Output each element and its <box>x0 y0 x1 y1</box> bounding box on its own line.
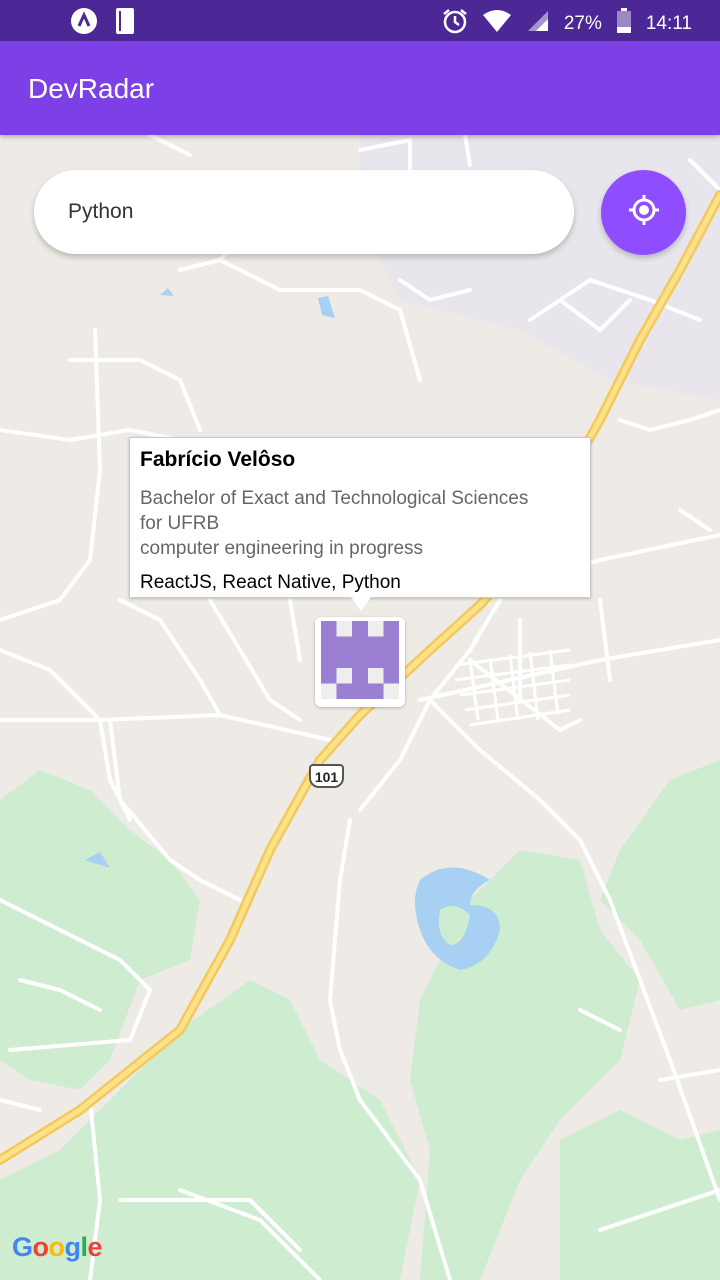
avatar <box>321 620 399 704</box>
wifi-icon <box>482 9 512 39</box>
battery-percent: 27% <box>563 13 602 34</box>
signal-icon <box>526 9 550 39</box>
dev-marker[interactable] <box>315 617 405 707</box>
highway-shield: 101 <box>309 764 344 788</box>
battery-icon <box>616 8 632 40</box>
map-view[interactable] <box>0 135 720 1280</box>
status-bar: 27% 14:11 <box>0 0 720 41</box>
dev-name: Fabrício Velôso <box>140 448 296 471</box>
app-title: DevRadar <box>28 73 155 104</box>
google-logo: Google <box>12 1232 103 1262</box>
my-location-icon <box>627 193 661 232</box>
document-icon <box>114 7 136 40</box>
dev-techs: ReactJS, React Native, Python <box>140 572 401 593</box>
app-bar: DevRadar <box>0 41 720 135</box>
callout-tail <box>351 597 371 611</box>
search-input[interactable] <box>34 170 574 254</box>
clock: 14:11 <box>645 13 692 34</box>
locate-button[interactable] <box>601 170 686 255</box>
dev-bio: Bachelor of Exact and Technological Scie… <box>140 488 529 559</box>
dev-callout[interactable]: Fabrício Velôso Bachelor of Exact and Te… <box>129 437 591 598</box>
alarm-icon <box>442 8 468 40</box>
app-notification-icon <box>70 7 98 40</box>
